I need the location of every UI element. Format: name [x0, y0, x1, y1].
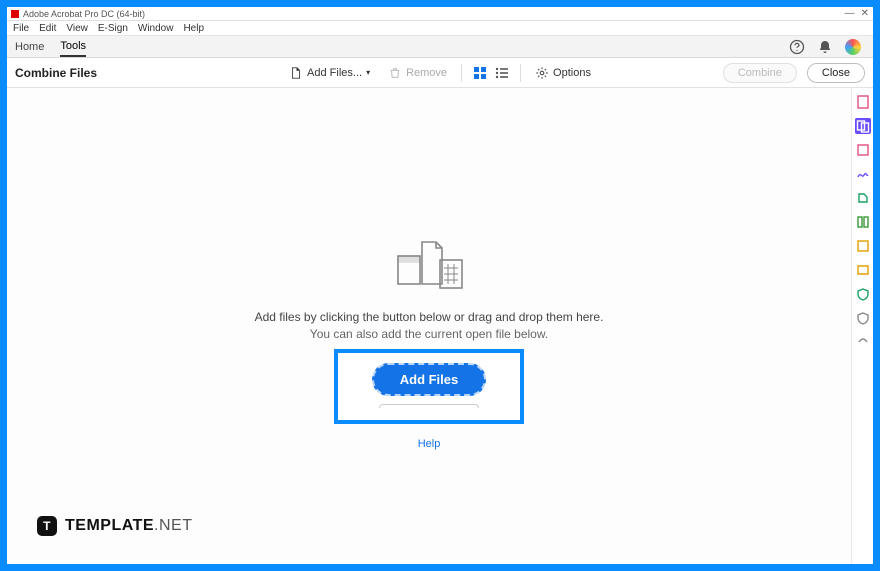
combine-toolbar: Combine Files Add Files... ▾ Remove	[7, 58, 873, 88]
close-button[interactable]: Close	[807, 63, 865, 83]
organize-icon[interactable]	[855, 214, 871, 230]
window-title: Adobe Acrobat Pro DC (64-bit)	[23, 9, 145, 19]
file-add-icon	[289, 66, 303, 80]
tab-home[interactable]: Home	[15, 38, 44, 56]
window-controls: — ✕	[845, 8, 869, 19]
menu-bar: File Edit View E-Sign Window Help	[7, 21, 873, 36]
remove-button: Remove	[384, 64, 451, 82]
chevron-down-icon: ▾	[366, 68, 370, 77]
watermark-suffix: .NET	[154, 517, 192, 534]
watermark-badge: T	[37, 516, 57, 536]
watermark-brand: TEMPLATE	[65, 517, 154, 534]
main-area: Add files by clicking the button below o…	[7, 88, 873, 564]
menu-esign[interactable]: E-Sign	[98, 23, 128, 34]
watermark: T TEMPLATE.NET	[37, 516, 192, 536]
list-view-icon[interactable]	[494, 65, 510, 81]
app-icon	[11, 10, 19, 18]
title-bar: Adobe Acrobat Pro DC (64-bit) — ✕	[7, 7, 873, 21]
sign-icon[interactable]	[855, 166, 871, 182]
account-avatar[interactable]	[845, 39, 861, 55]
empty-message-line1: Add files by clicking the button below o…	[255, 309, 604, 326]
combine-button: Combine	[723, 63, 797, 83]
more-tools-icon[interactable]	[855, 334, 871, 350]
combine-icon[interactable]	[855, 118, 871, 134]
help-link[interactable]: Help	[418, 438, 441, 450]
create-pdf-icon[interactable]	[855, 94, 871, 110]
menu-help[interactable]: Help	[183, 23, 204, 34]
menu-edit[interactable]: Edit	[39, 23, 56, 34]
options-label: Options	[553, 67, 591, 79]
documents-illustration-icon	[384, 238, 474, 301]
shield-icon[interactable]	[855, 310, 871, 326]
empty-state: Add files by clicking the button below o…	[7, 88, 851, 564]
tab-bar: Home Tools	[7, 36, 873, 58]
help-icon[interactable]	[789, 39, 805, 55]
separator	[461, 64, 462, 82]
minimize-icon[interactable]: —	[845, 8, 855, 19]
menu-file[interactable]: File	[13, 23, 29, 34]
compress-icon[interactable]	[855, 262, 871, 278]
add-files-label: Add Files...	[307, 67, 362, 79]
app-window: Adobe Acrobat Pro DC (64-bit) — ✕ File E…	[7, 7, 873, 564]
options-button[interactable]: Options	[531, 64, 595, 82]
toolbar-title: Combine Files	[15, 66, 97, 80]
trash-icon	[388, 66, 402, 80]
comment-icon[interactable]	[855, 238, 871, 254]
protect-icon[interactable]	[855, 286, 871, 302]
separator	[520, 64, 521, 82]
bell-icon[interactable]	[817, 39, 833, 55]
add-files-button[interactable]: Add Files	[372, 363, 487, 396]
secondary-button-edge	[379, 404, 479, 408]
close-window-icon[interactable]: ✕	[861, 8, 869, 19]
remove-label: Remove	[406, 67, 447, 79]
gear-icon	[535, 66, 549, 80]
right-tool-rail	[851, 88, 873, 564]
export-icon[interactable]	[855, 190, 871, 206]
add-files-dropdown[interactable]: Add Files... ▾	[285, 64, 374, 82]
grid-view-icon[interactable]	[472, 65, 488, 81]
tab-tools[interactable]: Tools	[60, 37, 86, 57]
tutorial-highlight: Add Files	[334, 349, 525, 424]
empty-message-line2: You can also add the current open file b…	[310, 326, 548, 343]
edit-icon[interactable]	[855, 142, 871, 158]
menu-window[interactable]: Window	[138, 23, 174, 34]
menu-view[interactable]: View	[66, 23, 88, 34]
